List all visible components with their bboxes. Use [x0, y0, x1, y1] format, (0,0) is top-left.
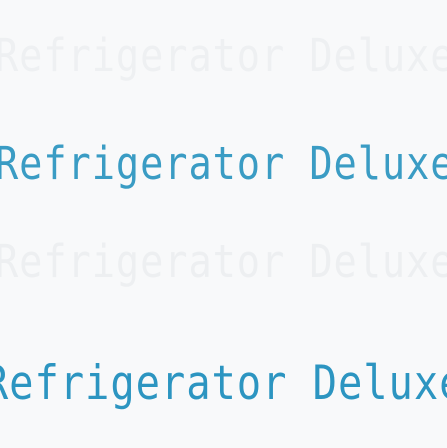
option-label: Refrigerator Deluxe	[0, 137, 447, 190]
option-list: Refrigerator Deluxe Refrigerator Deluxe …	[0, 0, 447, 448]
option-refrigerator-deluxe-1[interactable]: Refrigerator Deluxe	[0, 0, 447, 112]
option-label: Refrigerator Deluxe	[0, 29, 447, 82]
option-label: Refrigerator Deluxe	[0, 235, 447, 288]
option-refrigerator-deluxe-2[interactable]: Refrigerator Deluxe	[0, 108, 447, 220]
option-label: Refrigerator Deluxe	[0, 355, 447, 411]
option-refrigerator-deluxe-3[interactable]: Refrigerator Deluxe	[0, 206, 447, 318]
option-refrigerator-deluxe-4[interactable]: Refrigerator Deluxe	[0, 328, 447, 440]
